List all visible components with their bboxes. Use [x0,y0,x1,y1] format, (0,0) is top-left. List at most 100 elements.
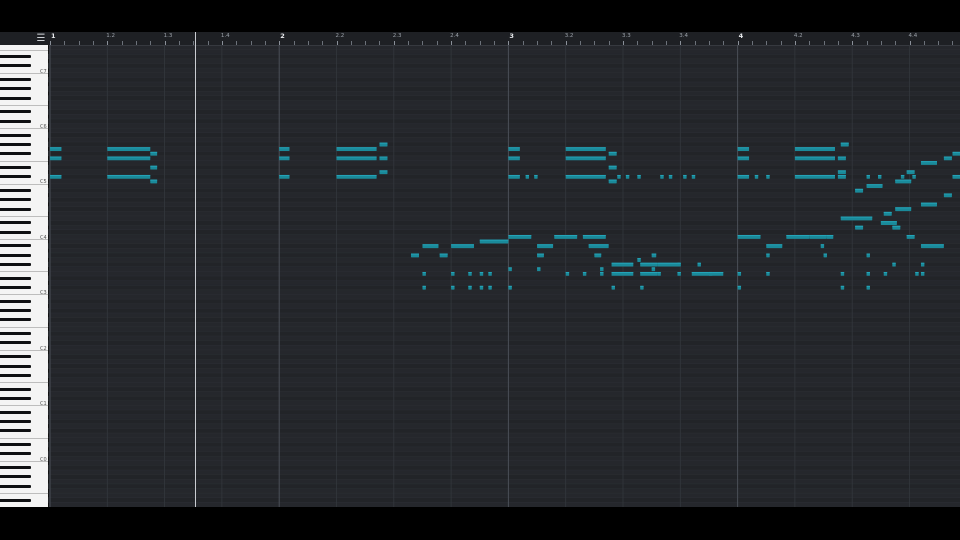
midi-note-highlight [952,174,960,176]
piano-black-key[interactable] [0,420,31,424]
piano-black-key[interactable] [0,221,31,225]
midi-note-highlight [837,156,846,158]
grid-black-key-row [48,142,960,147]
midi-note-highlight [468,271,472,273]
piano-black-key[interactable] [0,253,31,257]
piano-black-key[interactable] [0,189,31,193]
piano-black-key[interactable] [0,142,31,146]
piano-black-key[interactable] [0,78,31,82]
piano-black-key[interactable] [0,484,31,488]
piano-black-key[interactable] [0,230,31,234]
midi-note-highlight [336,147,377,149]
grid-black-key-row [48,451,960,457]
midi-note-highlight [766,174,770,176]
ruler-beat-label: 3.2 [564,33,574,39]
piano-black-key[interactable] [0,475,31,479]
piano-black-key[interactable] [0,198,31,202]
midi-note-highlight [840,216,873,218]
piano-black-key[interactable] [0,341,31,345]
grid-black-key-row [48,77,960,82]
midi-note-highlight [840,142,849,144]
piano-black-key[interactable] [0,87,31,91]
grid-black-key-row [48,95,960,101]
piano-black-key[interactable] [0,332,31,336]
piano-black-key[interactable] [0,452,31,456]
midi-note-highlight [279,174,290,176]
midi-note-highlight [150,179,158,181]
midi-note-highlight [422,285,426,287]
piano-black-key[interactable] [0,133,31,137]
piano-black-key[interactable] [0,498,31,502]
midi-note-highlight [150,151,158,153]
note-grid[interactable] [48,45,960,507]
piano-black-key[interactable] [0,396,31,400]
timeline-header: ☰ 1 1.2 1.3 1.4 2 2.2 2.3 2.4 3 3.2 3.3 3.4 4 4.2 4.3 4… [0,32,960,45]
grid-black-key-row [48,252,960,258]
piano-black-key[interactable] [0,318,31,322]
midi-note-highlight [508,156,520,158]
list-menu-icon[interactable]: ☰ [35,32,47,45]
midi-note-highlight [479,239,509,241]
midi-note-highlight [823,253,827,255]
midi-note-highlight [651,267,656,269]
piano-black-key[interactable] [0,299,31,303]
midi-note-highlight [906,235,915,237]
midi-note-highlight [537,253,544,255]
midi-note-highlight [906,170,915,172]
midi-note-highlight [554,235,578,237]
midi-note-highlight [855,188,864,190]
piano-black-key[interactable] [0,443,31,447]
midi-note-highlight [565,156,606,158]
piano-black-key[interactable] [0,387,31,391]
midi-note-highlight [637,174,641,176]
grid-black-key-row [48,151,960,156]
ruler-beat-label: 1.2 [106,33,116,39]
piano-black-key[interactable] [0,244,31,248]
playhead[interactable] [194,32,196,507]
piano-black-key[interactable] [0,207,31,211]
piano-black-key[interactable] [0,96,31,100]
grid-black-key-row [48,188,960,193]
ruler-beat-label: 3.3 [622,33,631,39]
piano-black-key[interactable] [0,110,31,114]
midi-note-highlight [379,170,388,172]
piano-black-key[interactable] [0,410,31,414]
midi-note-highlight [640,285,644,287]
piano-black-key[interactable] [0,355,31,359]
midi-note-highlight [892,262,896,264]
midi-note-highlight [697,262,701,264]
midi-note-highlight [565,147,606,149]
piano-keyboard[interactable]: C7 C6 C5 C4 C3 C2 C1 C0 [0,45,49,507]
piano-black-key[interactable] [0,429,31,433]
timeline-ruler[interactable]: 1 1.2 1.3 1.4 2 2.2 2.3 2.4 3 3.2 3.3 3.4 4 4.2 4.3 4.4 [48,32,960,45]
grid-black-key-row [48,262,960,267]
piano-black-key[interactable] [0,262,31,266]
piano-black-key[interactable] [0,175,31,179]
midi-note-highlight [683,174,687,176]
piano-black-key[interactable] [0,309,31,313]
midi-note-highlight [786,235,810,237]
midi-note-highlight [920,161,938,163]
midi-note-highlight [920,202,938,204]
piano-black-key[interactable] [0,119,31,123]
ruler-beat-label: 2.3 [392,33,402,39]
ruler-bar-label: 4 [738,32,744,40]
piano-black-key[interactable] [0,373,31,377]
ruler-beat-label: 2.4 [450,33,459,39]
piano-black-key[interactable] [0,55,31,59]
piano-black-key[interactable] [0,364,31,368]
piano-black-key[interactable] [0,165,31,169]
piano-white-key-edge [0,326,48,328]
piano-black-key[interactable] [0,152,31,156]
piano-black-key[interactable] [0,466,31,470]
piano-white-key-edge [0,493,48,495]
piano-black-key[interactable] [0,64,31,68]
midi-note-highlight [565,174,606,176]
midi-note-highlight [379,156,388,158]
midi-note-highlight [809,235,827,237]
midi-note-highlight [895,207,912,209]
grid-black-key-row [48,396,960,401]
piano-black-key[interactable] [0,286,31,290]
piano-black-key[interactable] [0,276,31,280]
midi-note-highlight [837,174,846,176]
